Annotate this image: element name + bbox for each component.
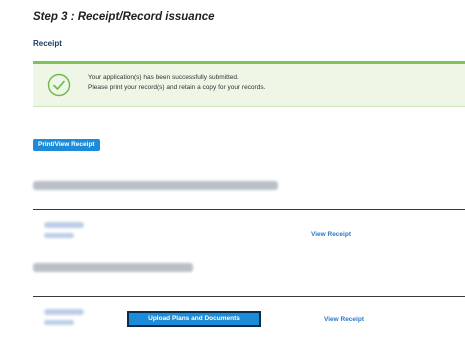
record-divider — [33, 296, 465, 297]
record-address-redacted — [33, 263, 193, 272]
view-receipt-link[interactable]: View Receipt — [311, 231, 351, 238]
success-alert: Your application(s) has been successfull… — [33, 61, 465, 107]
check-circle-icon — [47, 73, 71, 97]
alert-line-2: Please print your record(s) and retain a… — [88, 84, 266, 91]
upload-plans-documents-button[interactable]: Upload Plans and Documents — [128, 312, 260, 326]
view-receipt-link[interactable]: View Receipt — [324, 316, 364, 323]
record-date-redacted — [44, 320, 74, 325]
receipt-page: Step 3 : Receipt/Record issuance Receipt… — [0, 0, 465, 338]
alert-message: Your application(s) has been successfull… — [88, 73, 265, 93]
alert-line-1: Your application(s) has been successfull… — [88, 74, 239, 81]
print-view-receipt-button[interactable]: Print/View Receipt — [33, 139, 100, 151]
record-number-redacted[interactable] — [44, 222, 84, 228]
record-divider — [33, 209, 465, 210]
record-number-redacted[interactable] — [44, 309, 84, 315]
section-title: Receipt — [33, 39, 62, 48]
step-title: Step 3 : Receipt/Record issuance — [33, 11, 215, 23]
record-address-redacted — [33, 181, 278, 190]
record-date-redacted — [44, 233, 74, 238]
